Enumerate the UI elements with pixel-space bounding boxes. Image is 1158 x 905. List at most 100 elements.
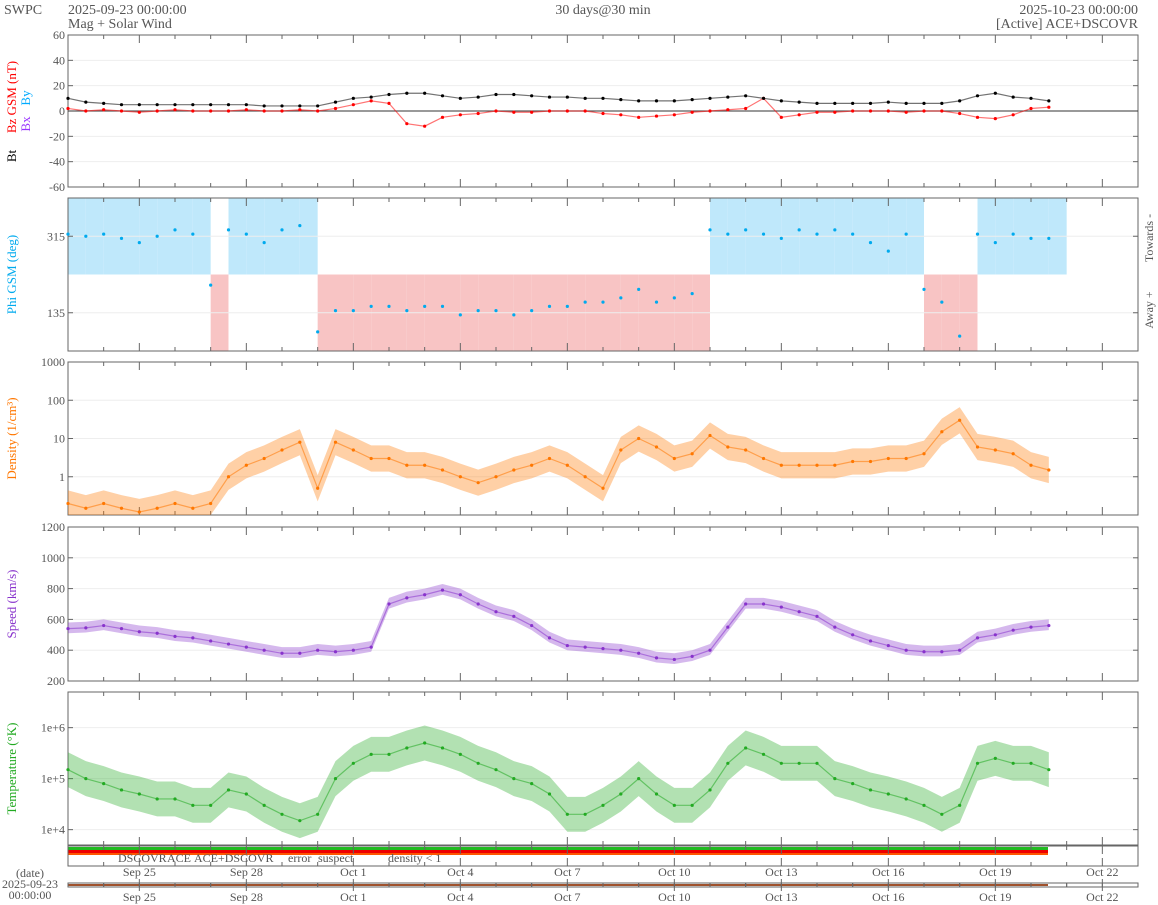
bz-point bbox=[119, 109, 124, 113]
phi-point bbox=[1047, 236, 1051, 240]
phi-point bbox=[387, 304, 391, 308]
date-tick-label: Oct 7 bbox=[554, 865, 580, 879]
density-point bbox=[512, 468, 516, 472]
temperature-point bbox=[351, 761, 355, 765]
phi-point bbox=[66, 232, 70, 236]
density-point bbox=[619, 448, 623, 452]
phi-point bbox=[993, 241, 997, 245]
speed-point bbox=[387, 602, 391, 606]
date-tick-label: Oct 22 bbox=[1086, 865, 1118, 879]
density-point bbox=[66, 501, 70, 506]
temperature-point bbox=[298, 819, 302, 823]
bz-point bbox=[298, 108, 302, 112]
density-point bbox=[84, 506, 88, 510]
phi-point bbox=[833, 228, 837, 232]
ace-status-strip bbox=[68, 847, 1048, 850]
temperature-point bbox=[387, 752, 391, 756]
speed-point bbox=[940, 650, 944, 654]
bt-point bbox=[690, 98, 694, 102]
bt-point bbox=[244, 103, 248, 107]
bz-point bbox=[351, 103, 355, 107]
density-range-band bbox=[68, 407, 1049, 515]
bx-axis-label: Bx bbox=[18, 116, 33, 132]
away-label: Away + bbox=[1142, 291, 1156, 329]
y-tick-label: 1e+5 bbox=[41, 772, 65, 786]
bz-point bbox=[672, 113, 676, 117]
density-point bbox=[886, 456, 890, 461]
temperature-point bbox=[280, 812, 284, 816]
bt-point bbox=[940, 101, 944, 105]
bt-point bbox=[102, 101, 106, 105]
date-tick-label: Oct 4 bbox=[447, 890, 473, 904]
density-point bbox=[654, 445, 659, 449]
temperature-point bbox=[744, 746, 748, 750]
speed-point bbox=[761, 602, 766, 606]
speed-point bbox=[333, 650, 338, 654]
density-point bbox=[405, 463, 409, 467]
speed-point bbox=[601, 647, 605, 651]
temperature-point bbox=[476, 761, 480, 765]
y-tick-label: 1e+6 bbox=[41, 721, 65, 735]
brand-label: SWPC bbox=[4, 3, 42, 18]
temperature-point bbox=[102, 781, 106, 786]
density-point bbox=[173, 501, 177, 506]
status-legend-error: error bbox=[288, 851, 311, 865]
bz-point bbox=[440, 115, 445, 119]
phi-point bbox=[494, 309, 498, 313]
phi-point bbox=[583, 300, 587, 304]
y-tick-label: 135 bbox=[47, 306, 65, 320]
bt-point bbox=[868, 101, 873, 105]
density-point bbox=[119, 506, 124, 510]
phi-point bbox=[405, 309, 409, 313]
phi-point bbox=[868, 241, 873, 245]
phi-point bbox=[922, 287, 926, 291]
density-point bbox=[423, 463, 427, 467]
temperature-point bbox=[209, 803, 213, 807]
bt-point bbox=[387, 92, 391, 97]
bt-point bbox=[423, 91, 427, 95]
speed-point bbox=[1029, 625, 1033, 629]
density-point bbox=[958, 418, 962, 422]
date-tick-label: Sep 25 bbox=[123, 890, 156, 904]
bz-point bbox=[333, 106, 338, 111]
phi-point bbox=[102, 232, 106, 236]
density-point bbox=[851, 459, 855, 464]
temperature-point bbox=[940, 812, 944, 816]
bt-point bbox=[851, 101, 855, 105]
density-point bbox=[975, 445, 980, 449]
bt-point bbox=[922, 101, 926, 105]
bt-point bbox=[476, 95, 480, 99]
speed-point bbox=[672, 657, 676, 662]
y-tick-label: 1 bbox=[59, 470, 65, 484]
speed-point bbox=[797, 610, 801, 614]
date-tick-label: Sep 25 bbox=[123, 865, 156, 879]
density-point bbox=[369, 456, 373, 461]
bt-point bbox=[547, 95, 552, 99]
speed-point bbox=[565, 643, 569, 648]
subtitle: Mag + Solar Wind bbox=[68, 17, 172, 32]
bz-point bbox=[904, 110, 908, 114]
temperature-point bbox=[423, 741, 427, 745]
bt-point bbox=[209, 103, 213, 107]
speed-point bbox=[102, 623, 106, 628]
temperature-point bbox=[868, 788, 873, 792]
temperature-point bbox=[173, 797, 177, 801]
y-tick-label: 40 bbox=[53, 53, 65, 67]
density-point bbox=[316, 486, 320, 490]
y-tick-label: 200 bbox=[47, 674, 65, 688]
status-bar: DSCOVR ACE ACE+DSCOVR error suspect density <… bbox=[67, 845, 1139, 867]
speed-point bbox=[244, 645, 248, 649]
phi-point bbox=[565, 304, 569, 308]
phi-point bbox=[797, 228, 801, 232]
density-point bbox=[690, 452, 694, 456]
speed-point bbox=[958, 648, 962, 652]
y-tick-label: 1200 bbox=[41, 520, 65, 534]
phi-point bbox=[316, 330, 320, 334]
speed-point bbox=[173, 634, 177, 638]
bz-point bbox=[958, 111, 962, 116]
status-legend-dscovr: DSCOVR bbox=[118, 851, 167, 865]
bt-point bbox=[654, 99, 659, 103]
temperature-point bbox=[779, 761, 783, 765]
phi-point bbox=[726, 232, 730, 236]
temperature-point bbox=[119, 788, 124, 792]
